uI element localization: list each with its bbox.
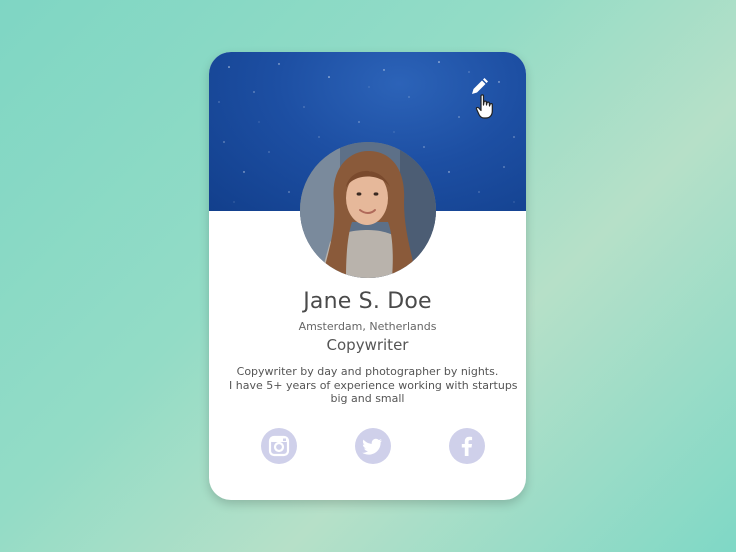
facebook-button[interactable] xyxy=(449,428,485,464)
profile-job-title: Copywriter xyxy=(326,336,409,354)
profile-name: Jane S. Doe xyxy=(303,289,432,314)
instagram-button[interactable] xyxy=(261,428,297,464)
profile-bio: Copywriter by day and photographer by ni… xyxy=(229,365,518,406)
twitter-icon xyxy=(362,438,382,455)
bio-line: I have 5+ years of experience working wi… xyxy=(229,378,518,392)
hand-pointer-icon xyxy=(475,94,495,120)
facebook-icon xyxy=(461,436,473,456)
bio-line: big and small xyxy=(330,392,405,405)
twitter-button[interactable] xyxy=(355,428,391,464)
avatar xyxy=(300,142,436,278)
profile-card: Jane S. Doe Amsterdam, Netherlands Copyw… xyxy=(209,52,526,500)
instagram-icon xyxy=(268,435,290,457)
profile-location: Amsterdam, Netherlands xyxy=(298,320,437,333)
bio-line: Copywriter by day and photographer by ni… xyxy=(236,365,499,378)
